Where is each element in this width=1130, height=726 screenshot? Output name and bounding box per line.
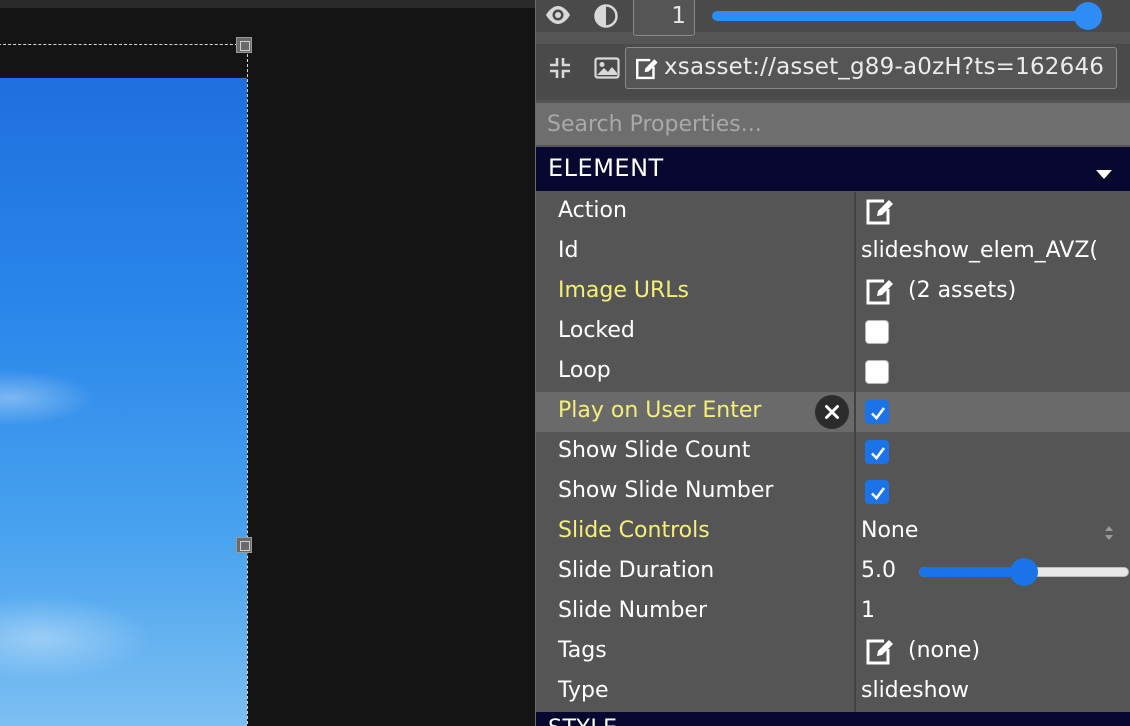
properties-list: Action Id slideshow_elem_AVZ( Image URLs (536, 192, 1130, 712)
slide-controls-select[interactable]: None (861, 518, 918, 543)
slider-fill (919, 567, 1024, 577)
edit-icon[interactable] (864, 277, 896, 307)
canvas-top-strip (0, 0, 535, 8)
contrast-icon[interactable] (594, 4, 618, 28)
resize-handle-top-right[interactable] (236, 37, 252, 53)
section-header-style[interactable]: STYLE (536, 712, 1130, 726)
edit-icon[interactable] (864, 637, 896, 667)
asset-url-field[interactable]: xsasset://asset_g89-a0zH?ts=162646 (625, 47, 1117, 89)
asset-toolbar: xsasset://asset_g89-a0zH?ts=162646 (536, 44, 1130, 100)
shrink-icon[interactable] (548, 56, 572, 80)
play-on-user-enter-checkbox[interactable] (865, 400, 889, 424)
property-label: Slide Number (558, 598, 708, 623)
property-row-show-slide-number: Show Slide Number (536, 472, 1130, 512)
column-divider (854, 512, 856, 552)
edit-icon[interactable] (864, 197, 896, 227)
property-label: Show Slide Count (558, 438, 751, 463)
column-divider (854, 472, 856, 512)
column-divider (854, 392, 856, 432)
show-slide-count-checkbox[interactable] (865, 440, 889, 464)
property-row-type: Type slideshow (536, 672, 1130, 712)
locked-checkbox[interactable] (865, 320, 889, 344)
opacity-input[interactable]: 1 (633, 0, 695, 36)
opacity-slider-track (712, 11, 1102, 21)
property-label: Tags (558, 638, 607, 663)
property-label: Slide Controls (558, 518, 710, 543)
select-arrows-icon[interactable] (1104, 524, 1114, 542)
close-icon (825, 405, 839, 419)
column-divider (854, 232, 856, 272)
property-value: (none) (908, 638, 981, 663)
opacity-slider[interactable] (712, 2, 1102, 30)
column-divider (854, 552, 856, 592)
column-divider (854, 192, 856, 232)
opacity-slider-thumb[interactable] (1074, 2, 1102, 30)
property-row-locked: Locked (536, 312, 1130, 352)
property-label: Show Slide Number (558, 478, 774, 503)
property-label: Action (558, 198, 627, 223)
image-icon[interactable] (594, 57, 620, 79)
edit-icon[interactable] (634, 56, 660, 82)
loop-checkbox[interactable] (865, 360, 889, 384)
column-divider (854, 272, 856, 312)
section-header-element[interactable]: ELEMENT (536, 147, 1130, 191)
section-title: STYLE (548, 716, 618, 726)
property-label: Id (558, 238, 579, 263)
property-row-slide-controls: Slide Controls None (536, 512, 1130, 552)
editor-canvas[interactable] (0, 0, 535, 726)
section-title: ELEMENT (548, 154, 664, 182)
property-value[interactable]: 1 (861, 598, 875, 623)
search-properties-input[interactable] (536, 103, 1130, 145)
chevron-down-icon[interactable] (1094, 166, 1114, 179)
property-row-loop: Loop (536, 352, 1130, 392)
checkmark-icon (871, 407, 886, 420)
property-row-action: Action (536, 192, 1130, 232)
property-value: slideshow (861, 678, 970, 703)
resize-handle-right[interactable] (236, 537, 252, 553)
checkmark-icon (871, 487, 886, 500)
column-divider (854, 592, 856, 632)
property-row-id: Id slideshow_elem_AVZ( (536, 232, 1130, 272)
property-label: Play on User Enter (558, 398, 762, 423)
reset-property-button[interactable] (815, 395, 849, 429)
property-value: (2 assets) (908, 278, 1017, 303)
column-divider (854, 672, 856, 712)
column-divider (854, 632, 856, 672)
property-row-play-on-user-enter: Play on User Enter (536, 392, 1130, 432)
property-row-slide-duration: Slide Duration 5.0 (536, 552, 1130, 592)
slide-duration-slider[interactable] (919, 558, 1129, 586)
property-label: Slide Duration (558, 558, 715, 583)
search-properties-bar (536, 103, 1130, 145)
slider-thumb[interactable] (1010, 558, 1038, 586)
visibility-toolbar: 1 (536, 0, 1130, 36)
property-label: Type (558, 678, 609, 703)
property-label: Locked (558, 318, 635, 343)
selection-frame (0, 44, 248, 726)
column-divider (854, 352, 856, 392)
property-row-image-urls: Image URLs (2 assets) (536, 272, 1130, 312)
property-value: slideshow_elem_AVZ( (861, 238, 1099, 263)
property-row-slide-number: Slide Number 1 (536, 592, 1130, 632)
property-value: 5.0 (861, 558, 896, 583)
properties-panel: 1 xsasset://asset_g89-a0zH?ts=162646 Sea… (535, 0, 1130, 726)
checkmark-icon (871, 447, 886, 460)
show-slide-number-checkbox[interactable] (865, 480, 889, 504)
property-row-tags: Tags (none) (536, 632, 1130, 672)
column-divider (854, 312, 856, 352)
property-label: Image URLs (558, 278, 690, 303)
property-label: Loop (558, 358, 611, 383)
eye-icon[interactable] (544, 4, 572, 26)
column-divider (854, 432, 856, 472)
property-row-show-slide-count: Show Slide Count (536, 432, 1130, 472)
asset-url-text: xsasset://asset_g89-a0zH?ts=162646 (664, 54, 1105, 80)
